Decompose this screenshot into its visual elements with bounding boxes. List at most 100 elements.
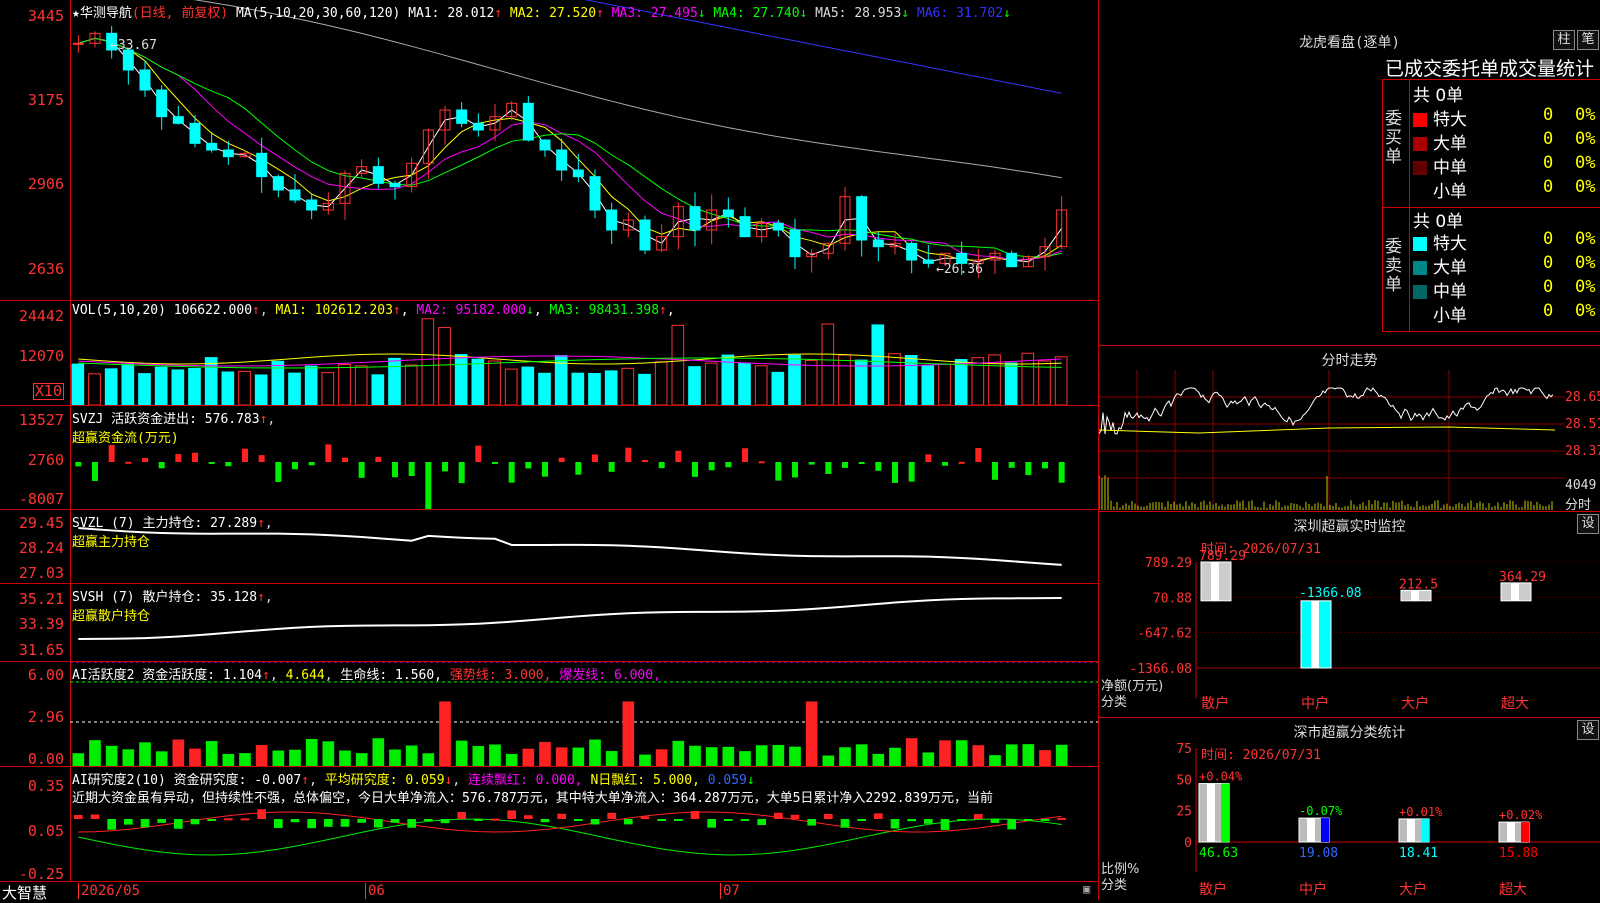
vol-bar xyxy=(221,371,235,405)
research-bar xyxy=(74,815,83,819)
activity-bar xyxy=(955,740,968,766)
vol-bar xyxy=(954,359,968,405)
research-bar xyxy=(424,819,433,821)
order-type: 中单 xyxy=(1433,158,1467,178)
activity-bar xyxy=(789,746,801,766)
category-label: 散户 xyxy=(1199,881,1227,898)
flow-bar xyxy=(958,461,965,464)
research-bar xyxy=(840,819,850,828)
research-bar xyxy=(940,819,950,830)
vol-bar xyxy=(921,365,935,405)
vol-ma-arrow: ↑ xyxy=(659,303,667,318)
research-bar xyxy=(524,815,533,819)
column-button[interactable]: 柱 xyxy=(1553,30,1575,50)
vol-pane[interactable]: 24442 12070 X10 VOL(5,10,20) 106622.000↑… xyxy=(0,301,1098,406)
sz-monitor-ylabel: 70.88 xyxy=(1153,591,1192,606)
order-row: 中单 0 0% xyxy=(1413,277,1599,302)
research-bar xyxy=(707,819,716,828)
ai-research-ylabel: 0.05 xyxy=(27,822,64,840)
ma-arrow: ↑ xyxy=(596,6,604,21)
lhb-panel: 龙虎看盘(逐单) 柱 笔 已成交委托单成交量统计 委买单 共 0单 特大 0 0% 大… xyxy=(1098,0,1600,345)
vol-bar xyxy=(521,366,535,405)
sz-class-ylabel: 0 xyxy=(1184,836,1192,851)
order-row: 中单 0 0% xyxy=(1413,153,1599,178)
svsh-value: 35.128 xyxy=(210,590,258,605)
flow-bar xyxy=(692,462,698,477)
ai-research-pane[interactable]: 0.35 0.05 -0.25 AI研究度2(10) 资金研究度: -0.007… xyxy=(0,767,1098,882)
research-bar xyxy=(574,819,583,821)
vol-bar xyxy=(538,372,551,405)
kline-header: ★华测导航(日线, 前复权) MA(5,10,20,30,60,120) MA1… xyxy=(72,2,1011,21)
order-row: 小单 0 0% xyxy=(1413,301,1599,326)
order-count: 0 xyxy=(1543,229,1554,249)
pct-label: +0.01% xyxy=(1399,805,1443,819)
research-bar xyxy=(590,819,600,825)
lock-icon[interactable]: ▣ xyxy=(1083,882,1090,896)
svsh-header: SVSH (7) 散户持仓: 35.128↑, 超赢散户持仓 xyxy=(72,590,273,624)
sz-class-panel: 深市超赢分类统计 设 时间: 2026/07/31 75 50 25 0 +0.04% 4… xyxy=(1098,717,1600,900)
flow-bar xyxy=(342,457,348,462)
order-type: 中单 xyxy=(1433,282,1467,302)
research-bar xyxy=(1007,819,1016,830)
order-pct: 0% xyxy=(1575,253,1596,273)
research-bar xyxy=(957,819,966,821)
flow-bar xyxy=(292,462,298,470)
research-bar xyxy=(624,819,633,825)
svsh-label: SVSH (7) 散户持仓: xyxy=(72,590,203,605)
bar-accent xyxy=(1421,818,1429,842)
period-label[interactable]: (日线, 前复权) xyxy=(132,6,228,21)
research-bar xyxy=(674,819,683,821)
svzl-sub: 超赢主力持仓 xyxy=(72,535,151,550)
research-bar xyxy=(890,819,900,829)
order-pct: 0% xyxy=(1575,277,1596,297)
activity-bar xyxy=(372,738,385,766)
vol-value: 106622.000 xyxy=(173,303,253,318)
stroke-button[interactable]: 笔 xyxy=(1577,30,1599,50)
intraday-chart[interactable] xyxy=(1099,370,1565,510)
research-bar xyxy=(924,819,933,824)
kline-pane[interactable]: 3445 3175 2906 2636 ★华测导航(日线, 前复权) MA(5,… xyxy=(0,0,1098,301)
ai-activity-pane[interactable]: 6.00 2.96 0.00 AI活跃度2 资金活跃度: 1.104↑, 4.6… xyxy=(0,662,1098,767)
buy-side-label: 委买单 xyxy=(1385,109,1402,167)
vol-bar xyxy=(738,362,751,405)
svzl-ylabel: 28.24 xyxy=(18,539,64,557)
flow-bar xyxy=(658,462,665,469)
research-bar xyxy=(657,819,666,821)
activity-bar xyxy=(405,745,418,766)
flow-bar xyxy=(842,462,848,468)
avg-line xyxy=(1099,426,1556,434)
color-swatch xyxy=(1413,185,1427,199)
candle-body xyxy=(789,229,801,258)
flow-bar xyxy=(558,457,565,462)
flow-bar xyxy=(725,462,732,468)
svzj-pane[interactable]: 13527 2760 -8007 SVZJ 活跃资金进出: 576.783↑, … xyxy=(0,406,1098,510)
order-pct: 0% xyxy=(1575,177,1596,197)
intraday-panel[interactable]: 分时走势 28.65 28.51 28.37 4049 分时 xyxy=(1098,345,1600,513)
candle-body xyxy=(289,189,301,201)
sz-class-ylabel: 25 xyxy=(1176,805,1192,820)
kline-chart[interactable] xyxy=(70,0,1098,300)
flow-bar xyxy=(458,462,465,484)
activity-bar xyxy=(122,749,135,766)
flow-bar xyxy=(75,462,82,467)
svzl-pane[interactable]: 29.45 28.24 27.03 SVZL (7) 主力持仓: 27.289↑… xyxy=(0,510,1098,584)
activity-bar xyxy=(105,745,118,766)
activity-bar xyxy=(972,745,985,766)
activity-bar xyxy=(589,739,601,766)
ai2-summary: 近期大资金虽有异动，但持续性不强，总体偏空，今日大单净流入：576.787万元，… xyxy=(72,791,994,806)
sz-monitor-panel: 深圳超赢实时监控 设 时间: 2026/07/31 789.29 70.88 -64… xyxy=(1098,511,1600,717)
ai1-strong: 强势线: 3.000, xyxy=(449,668,552,683)
vol-bar xyxy=(654,361,668,405)
star-icon[interactable]: ★ xyxy=(72,6,80,21)
ma-arrow: ↓ xyxy=(697,6,706,21)
flow-bar xyxy=(992,462,998,480)
svsh-pane[interactable]: 35.21 33.39 31.65 SVSH (7) 散户持仓: 35.128↑… xyxy=(0,584,1098,662)
vol-bar xyxy=(821,323,835,405)
bar-label: 212.5 xyxy=(1399,577,1438,592)
research-bar xyxy=(157,819,166,823)
activity-bar xyxy=(189,748,201,766)
ai2-value: -0.007 xyxy=(254,773,302,788)
vol-bar xyxy=(854,359,868,405)
order-pct: 0% xyxy=(1575,105,1596,125)
vol-bar xyxy=(354,365,368,405)
